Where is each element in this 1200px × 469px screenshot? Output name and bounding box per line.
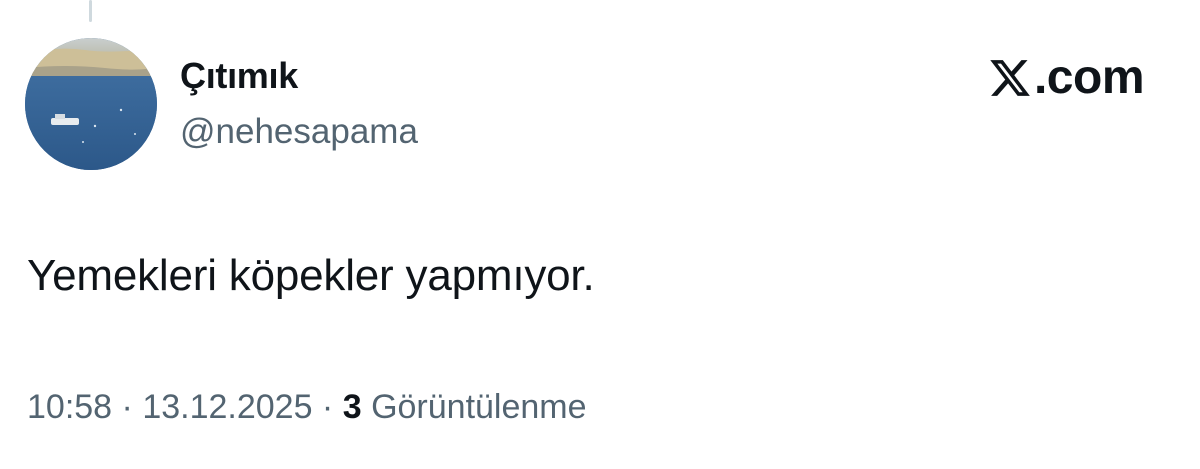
x-logo-icon bbox=[988, 56, 1032, 100]
views-label: Görüntülenme bbox=[371, 388, 587, 426]
avatar-image bbox=[25, 38, 157, 170]
tweet-date[interactable]: 13.12.2025 bbox=[142, 388, 312, 426]
author-display-name[interactable]: Çıtımık bbox=[180, 56, 298, 96]
tweet-time[interactable]: 10:58 bbox=[27, 388, 112, 426]
author-handle[interactable]: @nehesapama bbox=[180, 112, 418, 152]
thread-connector-line bbox=[89, 0, 92, 22]
meta-separator: · bbox=[312, 388, 343, 426]
meta-separator: · bbox=[112, 388, 143, 426]
tweet-meta: 10:58 · 13.12.2025 · 3 Görüntülenme bbox=[27, 385, 587, 429]
tweet-text: Yemekleri köpekler yapmıyor. bbox=[27, 251, 595, 300]
views-count: 3 bbox=[342, 388, 362, 426]
avatar[interactable] bbox=[25, 38, 157, 170]
brand-domain-text: .com bbox=[1033, 51, 1145, 104]
x-com-brand: .com bbox=[988, 51, 1145, 104]
